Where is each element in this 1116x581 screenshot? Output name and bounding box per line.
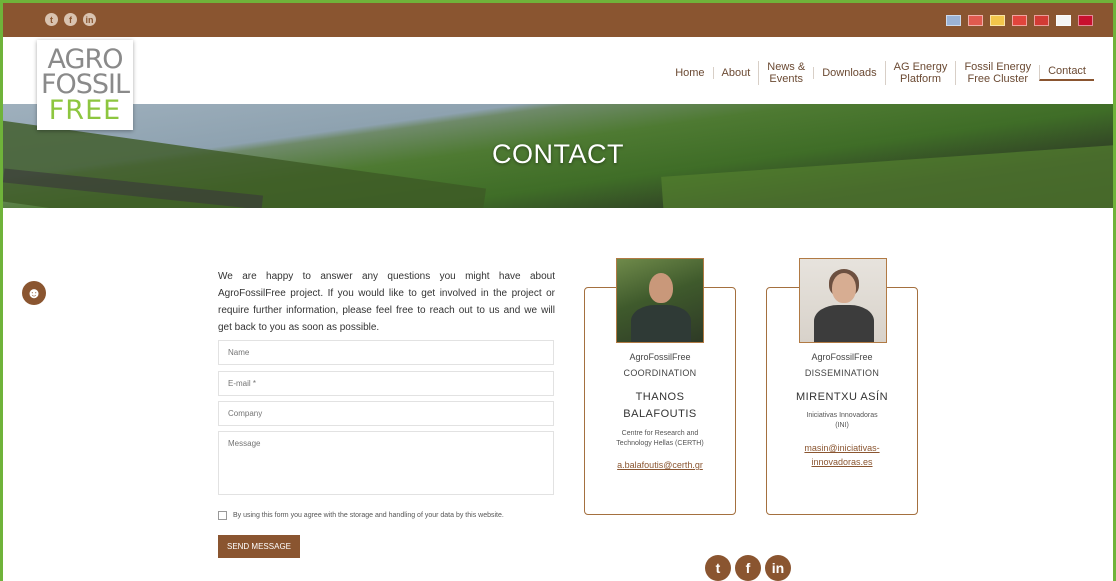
nav-contact[interactable]: Contact	[1039, 65, 1094, 81]
photo-body	[814, 305, 874, 342]
flag-icon[interactable]	[1056, 15, 1071, 26]
photo-body	[631, 305, 691, 342]
contact-email-line: innovadoras.es	[811, 457, 873, 467]
main-nav: Home About News & Events Downloads AG Ene…	[667, 61, 1094, 85]
site-logo[interactable]: AGRO FOSSIL FREE	[37, 40, 133, 130]
nav-home[interactable]: Home	[667, 67, 712, 79]
contact-institution-line: (INI)	[835, 422, 849, 429]
linkedin-icon[interactable]: in	[765, 555, 791, 581]
nav-label: Platform	[900, 73, 942, 85]
contact-email-link[interactable]: a.balafoutis@certh.gr	[584, 458, 736, 472]
nav-news-events[interactable]: News & Events	[758, 61, 813, 85]
consent-row: By using this form you agree with the st…	[218, 511, 504, 520]
contact-email-link[interactable]: masin@iniciativas- innovadoras.es	[766, 441, 918, 469]
name-input[interactable]	[218, 340, 554, 365]
contact-email-line: masin@iniciativas-	[804, 443, 880, 453]
flag-icon[interactable]	[968, 15, 983, 26]
contact-institution: Iniciativas Innovadoras (INI)	[766, 411, 918, 431]
page-title: CONTACT	[492, 139, 624, 169]
nav-downloads[interactable]: Downloads	[813, 67, 884, 79]
twitter-icon[interactable]: t	[705, 555, 731, 581]
linkedin-icon[interactable]: in	[83, 13, 96, 26]
company-input[interactable]	[218, 401, 554, 426]
contact-institution-line: Iniciativas Innovadoras	[806, 412, 878, 419]
contact-name-line: BALAFOUTIS	[623, 408, 697, 420]
contact-photo	[799, 258, 887, 343]
photo-head	[649, 273, 673, 303]
flag-icon[interactable]	[1034, 15, 1049, 26]
hero-banner: CONTACT	[3, 104, 1113, 208]
top-social-links: t f in	[45, 13, 96, 26]
language-flags	[946, 15, 1093, 26]
contact-org: AgroFossilFree	[629, 352, 691, 362]
nav-ag-energy-platform[interactable]: AG Energy Platform	[884, 61, 956, 85]
flag-icon[interactable]	[1012, 15, 1027, 26]
message-textarea[interactable]	[218, 431, 554, 495]
consent-checkbox[interactable]	[218, 511, 227, 520]
nav-label: Events	[769, 73, 804, 85]
nav-about[interactable]: About	[712, 67, 759, 79]
logo-text-line2: FOSSIL	[40, 69, 130, 101]
contact-role: COORDINATION	[623, 368, 697, 378]
contact-name-line: THANOS	[635, 391, 685, 403]
nav-fossil-energy-free-cluster[interactable]: Fossil Energy Free Cluster	[955, 61, 1039, 85]
contact-institution: Centre for Research and Technology Hella…	[584, 429, 736, 449]
accessibility-icon[interactable]: ☻	[22, 281, 46, 305]
intro-text: We are happy to answer any questions you…	[218, 271, 555, 333]
flag-icon[interactable]	[990, 15, 1005, 26]
flag-icon[interactable]	[946, 15, 961, 26]
facebook-icon[interactable]: f	[64, 13, 77, 26]
photo-head	[832, 273, 856, 303]
nav-label: AG Energy	[893, 61, 948, 73]
twitter-icon[interactable]: t	[45, 13, 58, 26]
send-message-button[interactable]: SEND MESSAGE	[218, 535, 300, 558]
contact-org: AgroFossilFree	[811, 352, 873, 362]
facebook-icon[interactable]: f	[735, 555, 761, 581]
nav-label: News &	[767, 61, 806, 73]
nav-label: Free Cluster	[967, 73, 1029, 85]
email-input[interactable]	[218, 371, 554, 396]
contact-name: MIRENTXU ASÍN	[795, 391, 889, 403]
logo-text-line3: FREE	[48, 94, 122, 126]
top-bar: t f in	[3, 3, 1113, 37]
flag-icon[interactable]	[1078, 15, 1093, 26]
contact-institution-line: Technology Hellas (CERTH)	[616, 440, 704, 447]
contact-name: THANOS BALAFOUTIS	[584, 389, 736, 423]
nav-label: Fossil Energy	[964, 61, 1032, 73]
footer-social-links: t f in	[705, 555, 791, 581]
consent-label: By using this form you agree with the st…	[233, 512, 504, 519]
contact-role: DISSEMINATION	[804, 368, 880, 378]
contact-institution-line: Centre for Research and	[621, 430, 699, 437]
contact-photo	[616, 258, 704, 343]
